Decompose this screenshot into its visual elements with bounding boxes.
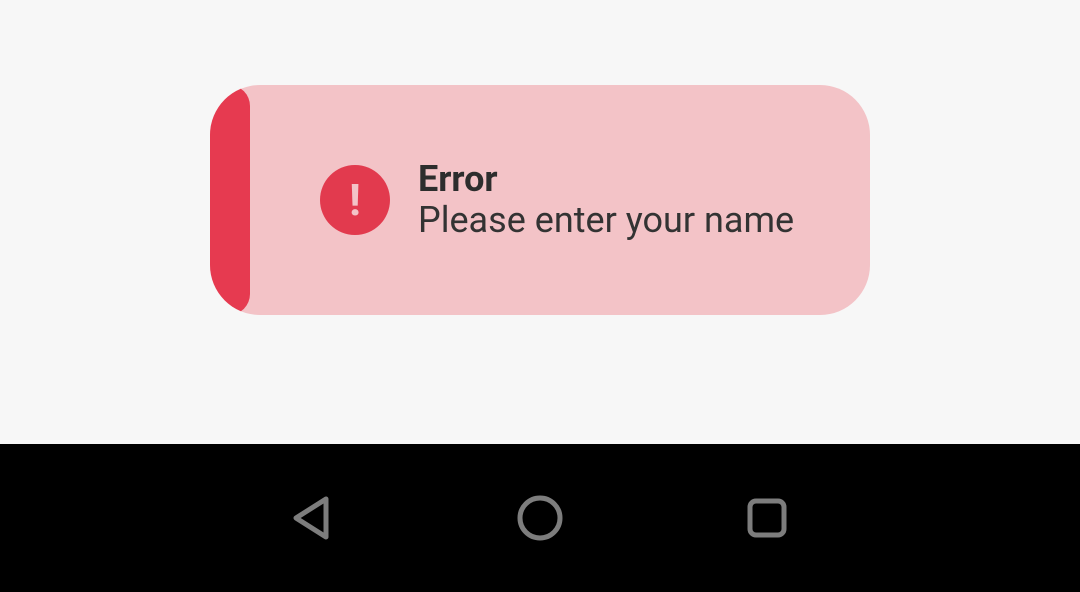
alert-title: Error [418,159,794,200]
alert-message: Please enter your name [418,200,794,241]
nav-home-button[interactable] [510,488,570,548]
android-navbar [0,444,1080,592]
recents-square-icon [744,495,790,541]
exclamation-glyph: ! [349,174,361,226]
alert-body: ! Error Please enter your name [250,159,794,242]
nav-recents-button[interactable] [737,488,797,548]
exclamation-icon: ! [320,165,390,235]
alert-text: Error Please enter your name [418,159,794,242]
back-triangle-icon [290,495,336,541]
error-alert: ! Error Please enter your name [210,85,870,315]
nav-back-button[interactable] [283,488,343,548]
home-circle-icon [515,493,565,543]
alert-accent-bar [210,85,250,315]
